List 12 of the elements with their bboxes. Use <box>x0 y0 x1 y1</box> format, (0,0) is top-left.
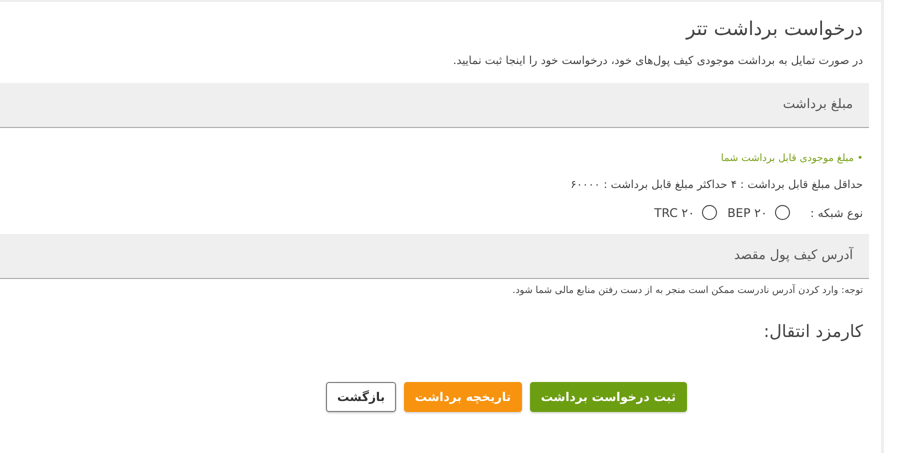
address-field[interactable]: آدرس کیف پول مقصد <box>0 234 869 279</box>
back-button[interactable]: بازگشت <box>326 382 396 412</box>
amount-field[interactable]: مبلغ برداشت <box>0 83 869 128</box>
fee-label: کارمزد انتقال: <box>764 322 863 342</box>
limits-text: حداقل مبلغ قابل برداشت : ۴ حداکثر مبلغ قابل برداشت : ۶۰۰۰۰ <box>570 178 863 191</box>
warning-text: توجه: وارد کردن آدرس نادرست ممکن است منجر به از دست رفتن منابع مالی شما شود. <box>512 285 863 296</box>
network-radio[interactable]: BEP ۲۰ <box>727 205 790 220</box>
network-radio[interactable]: TRC ۲۰ <box>654 205 718 220</box>
intro-text: در صورت تمایل به برداشت موجودی کیف پول‌های خود، درخواست خود را اینجا ثبت نمایید. <box>452 54 863 67</box>
network-label: نوع شبکه : <box>810 206 863 220</box>
balance-hint: • مبلغ موجودی قابل برداشت شما <box>720 153 863 164</box>
page-title: درخواست برداشت تتر <box>686 18 863 40</box>
